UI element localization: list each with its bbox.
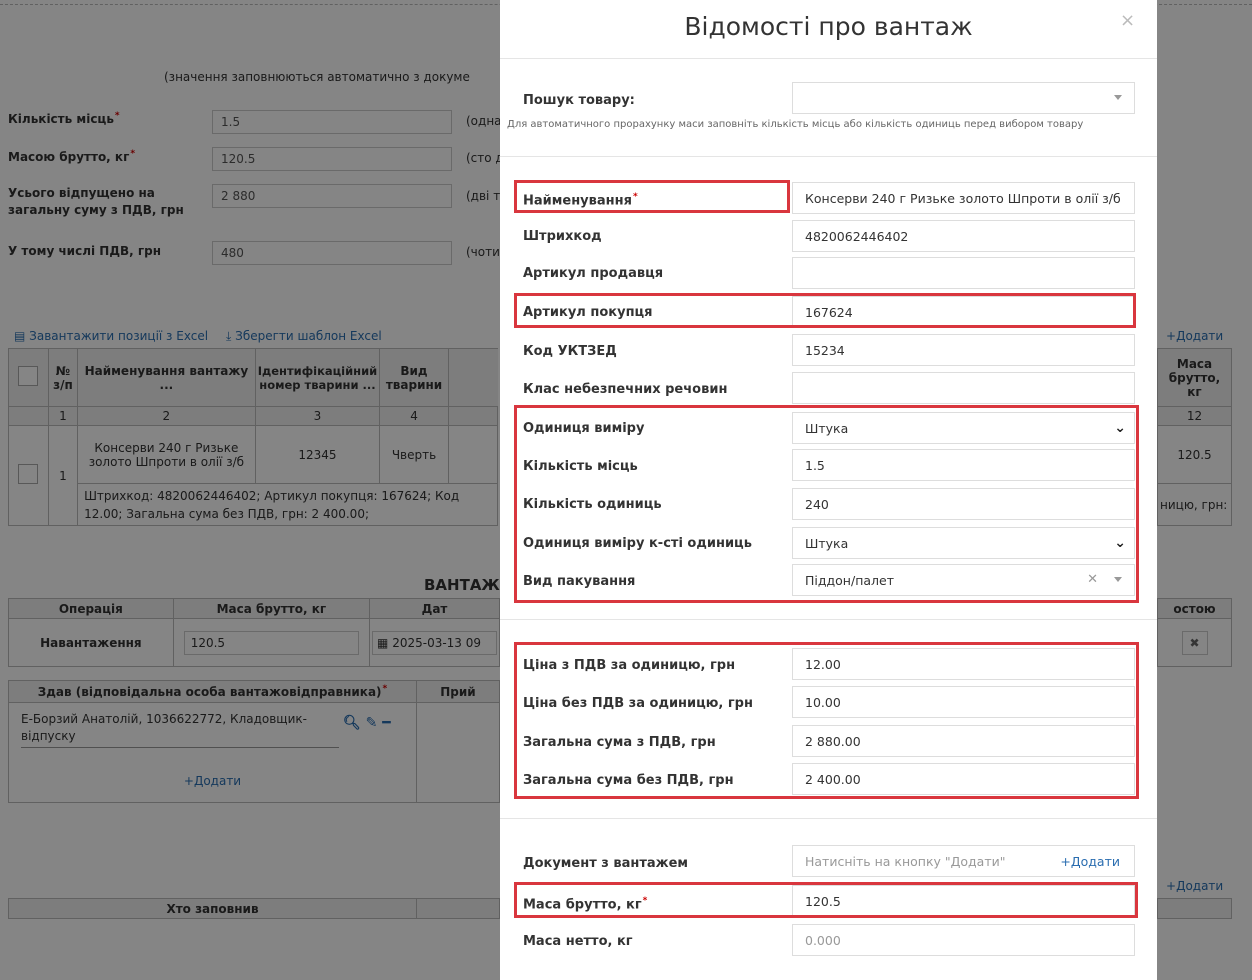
hazard-label: Клас небезпечних речовин [523, 382, 728, 397]
close-icon[interactable]: × [1120, 10, 1135, 31]
uktzed-label: Код УКТЗЕД [523, 344, 617, 359]
net-label: Маса нетто, кг [523, 934, 633, 949]
name-input[interactable]: Консерви 240 г Ризьке золото Шпроти в ол… [792, 182, 1135, 214]
divider [500, 619, 1157, 620]
cargo-modal: Відомості про вантаж × Пошук товару: Для… [500, 0, 1157, 980]
highlight-name [514, 180, 790, 213]
net-input[interactable]: 0.000 [792, 924, 1135, 956]
doc-input[interactable]: Натисніть на кнопку "Додати" +Додати [792, 845, 1135, 877]
uktzed-input[interactable]: 15234 [792, 334, 1135, 366]
highlight-buyer-sku [514, 293, 1136, 328]
search-label: Пошук товару: [523, 93, 635, 108]
product-search-select[interactable] [792, 82, 1135, 114]
barcode-label: Штрихкод [523, 229, 602, 244]
highlight-gross [514, 882, 1138, 918]
search-hint: Для автоматичного прорахунку маси заповн… [507, 119, 1084, 130]
doc-add-button[interactable]: +Додати [1060, 854, 1120, 869]
modal-title: Відомості про вантаж [684, 12, 973, 41]
doc-label: Документ з вантажем [523, 856, 689, 871]
barcode-input[interactable]: 4820062446402 [792, 220, 1135, 252]
highlight-prices [514, 642, 1139, 799]
hazard-input[interactable] [792, 372, 1135, 404]
caret-icon [1114, 95, 1122, 100]
divider [500, 58, 1157, 59]
highlight-units [514, 405, 1139, 603]
divider [500, 156, 1157, 157]
seller-sku-input[interactable] [792, 257, 1135, 289]
seller-sku-label: Артикул продавця [523, 266, 664, 281]
divider [500, 818, 1157, 819]
